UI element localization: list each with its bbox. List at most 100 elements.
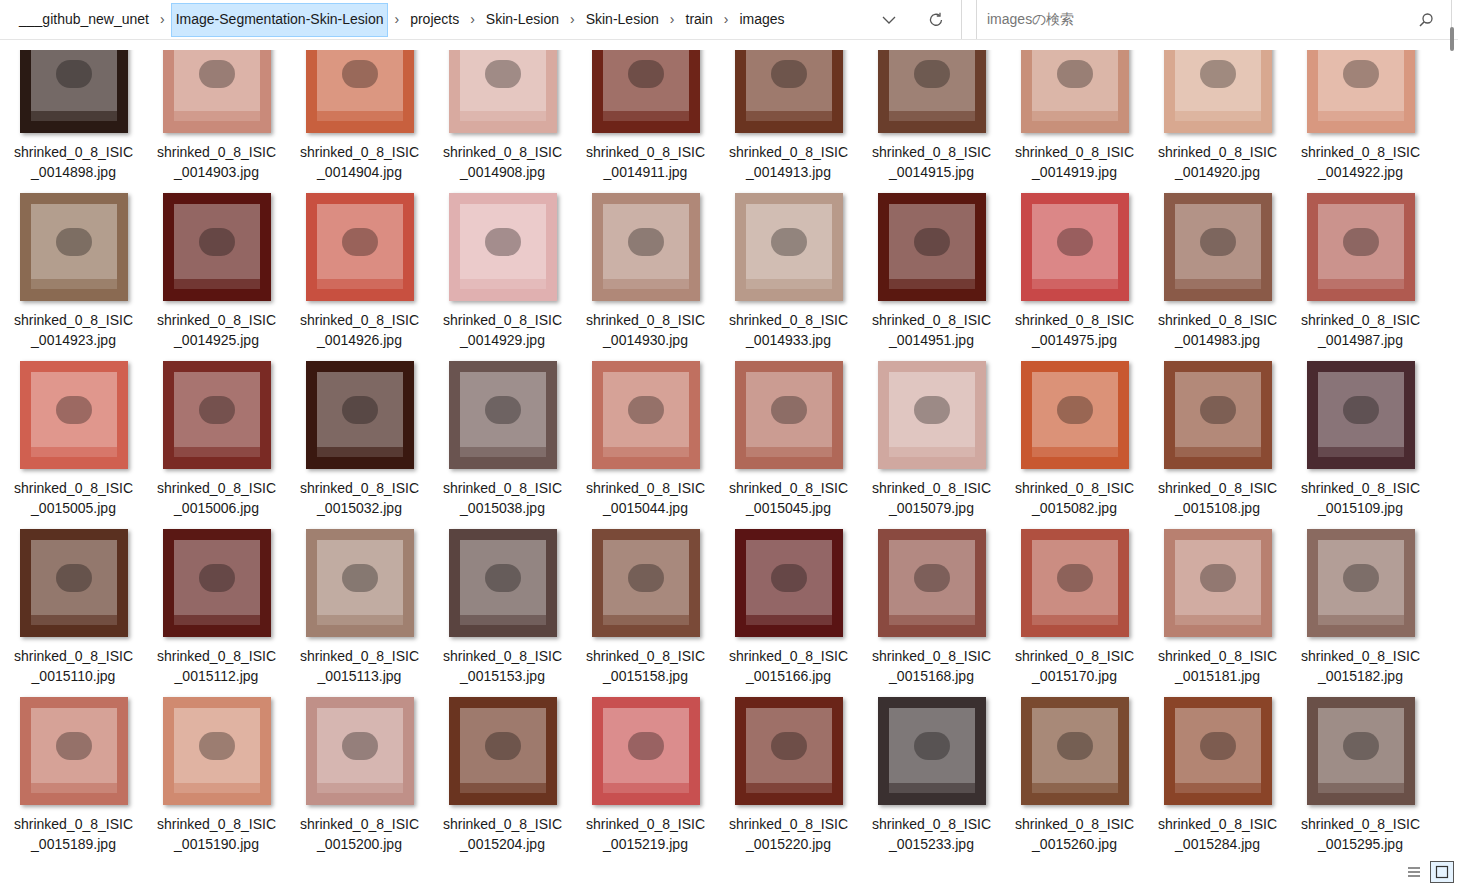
breadcrumb-item[interactable]: ___github_new_unet bbox=[14, 3, 154, 37]
file-item[interactable]: shrinked_0_8_ISIC_0015204.jpg bbox=[431, 697, 574, 858]
scrollbar[interactable] bbox=[1446, 50, 1458, 858]
file-item[interactable]: shrinked_0_8_ISIC_0014911.jpg bbox=[574, 50, 717, 193]
file-name[interactable]: shrinked_0_8_ISIC_0015200.jpg bbox=[298, 814, 421, 854]
file-item[interactable]: shrinked_0_8_ISIC_0014975.jpg bbox=[1003, 193, 1146, 361]
view-button[interactable] bbox=[1402, 861, 1426, 883]
file-item[interactable]: shrinked_0_8_ISIC_0015153.jpg bbox=[431, 529, 574, 697]
file-name[interactable]: shrinked_0_8_ISIC_0014929.jpg bbox=[441, 310, 564, 350]
file-name[interactable]: shrinked_0_8_ISIC_0014933.jpg bbox=[727, 310, 850, 350]
file-item[interactable]: shrinked_0_8_ISIC_0015233.jpg bbox=[860, 697, 1003, 858]
breadcrumb-separator[interactable]: › bbox=[564, 9, 581, 30]
file-item[interactable]: shrinked_0_8_ISIC_0014920.jpg bbox=[1146, 50, 1289, 193]
file-name[interactable]: shrinked_0_8_ISIC_0014922.jpg bbox=[1299, 142, 1422, 182]
file-item[interactable]: shrinked_0_8_ISIC_0014913.jpg bbox=[717, 50, 860, 193]
file-name[interactable]: shrinked_0_8_ISIC_0015082.jpg bbox=[1013, 478, 1136, 518]
file-name[interactable]: shrinked_0_8_ISIC_0015166.jpg bbox=[727, 646, 850, 686]
file-name[interactable]: shrinked_0_8_ISIC_0015112.jpg bbox=[155, 646, 278, 686]
file-item[interactable]: shrinked_0_8_ISIC_0015220.jpg bbox=[717, 697, 860, 858]
file-item[interactable]: shrinked_0_8_ISIC_0014951.jpg bbox=[860, 193, 1003, 361]
file-name[interactable]: shrinked_0_8_ISIC_0014923.jpg bbox=[12, 310, 135, 350]
file-item[interactable]: shrinked_0_8_ISIC_0014898.jpg bbox=[2, 50, 145, 193]
file-item[interactable]: shrinked_0_8_ISIC_0015168.jpg bbox=[860, 529, 1003, 697]
view-button[interactable] bbox=[1430, 861, 1454, 883]
file-name[interactable]: shrinked_0_8_ISIC_0015190.jpg bbox=[155, 814, 278, 854]
file-name[interactable]: shrinked_0_8_ISIC_0014911.jpg bbox=[584, 142, 707, 182]
file-item[interactable]: shrinked_0_8_ISIC_0015189.jpg bbox=[2, 697, 145, 858]
file-name[interactable]: shrinked_0_8_ISIC_0015038.jpg bbox=[441, 478, 564, 518]
file-item[interactable]: shrinked_0_8_ISIC_0015260.jpg bbox=[1003, 697, 1146, 858]
file-name[interactable]: shrinked_0_8_ISIC_0015032.jpg bbox=[298, 478, 421, 518]
file-name[interactable]: shrinked_0_8_ISIC_0014987.jpg bbox=[1299, 310, 1422, 350]
file-item[interactable]: shrinked_0_8_ISIC_0014926.jpg bbox=[288, 193, 431, 361]
file-name[interactable]: shrinked_0_8_ISIC_0015153.jpg bbox=[441, 646, 564, 686]
file-name[interactable]: shrinked_0_8_ISIC_0014975.jpg bbox=[1013, 310, 1136, 350]
scrollbar-thumb[interactable] bbox=[1450, 27, 1454, 51]
file-name[interactable]: shrinked_0_8_ISIC_0014913.jpg bbox=[727, 142, 850, 182]
file-name[interactable]: shrinked_0_8_ISIC_0015220.jpg bbox=[727, 814, 850, 854]
file-name[interactable]: shrinked_0_8_ISIC_0015045.jpg bbox=[727, 478, 850, 518]
file-name[interactable]: shrinked_0_8_ISIC_0014919.jpg bbox=[1013, 142, 1136, 182]
file-name[interactable]: shrinked_0_8_ISIC_0014915.jpg bbox=[870, 142, 993, 182]
file-item[interactable]: shrinked_0_8_ISIC_0015079.jpg bbox=[860, 361, 1003, 529]
file-name[interactable]: shrinked_0_8_ISIC_0015110.jpg bbox=[12, 646, 135, 686]
file-item[interactable]: shrinked_0_8_ISIC_0015166.jpg bbox=[717, 529, 860, 697]
breadcrumb-separator[interactable]: › bbox=[464, 9, 481, 30]
file-item[interactable]: shrinked_0_8_ISIC_0014929.jpg bbox=[431, 193, 574, 361]
file-name[interactable]: shrinked_0_8_ISIC_0014925.jpg bbox=[155, 310, 278, 350]
file-name[interactable]: shrinked_0_8_ISIC_0014898.jpg bbox=[12, 142, 135, 182]
file-item[interactable]: shrinked_0_8_ISIC_0015032.jpg bbox=[288, 361, 431, 529]
breadcrumb-item[interactable]: projects bbox=[405, 3, 464, 37]
search-input[interactable] bbox=[987, 9, 1419, 30]
file-name[interactable]: shrinked_0_8_ISIC_0014903.jpg bbox=[155, 142, 278, 182]
breadcrumb-item[interactable]: Image-Segmentation-Skin-Lesion bbox=[171, 3, 389, 37]
file-item[interactable]: shrinked_0_8_ISIC_0014904.jpg bbox=[288, 50, 431, 193]
file-item[interactable]: shrinked_0_8_ISIC_0015006.jpg bbox=[145, 361, 288, 529]
file-name[interactable]: shrinked_0_8_ISIC_0015233.jpg bbox=[870, 814, 993, 854]
file-name[interactable]: shrinked_0_8_ISIC_0014983.jpg bbox=[1156, 310, 1279, 350]
file-name[interactable]: shrinked_0_8_ISIC_0014951.jpg bbox=[870, 310, 993, 350]
file-item[interactable]: shrinked_0_8_ISIC_0015108.jpg bbox=[1146, 361, 1289, 529]
file-name[interactable]: shrinked_0_8_ISIC_0015182.jpg bbox=[1299, 646, 1422, 686]
breadcrumb-separator[interactable]: › bbox=[154, 9, 171, 30]
file-item[interactable]: shrinked_0_8_ISIC_0014908.jpg bbox=[431, 50, 574, 193]
file-name[interactable]: shrinked_0_8_ISIC_0015170.jpg bbox=[1013, 646, 1136, 686]
file-item[interactable]: shrinked_0_8_ISIC_0014933.jpg bbox=[717, 193, 860, 361]
file-name[interactable]: shrinked_0_8_ISIC_0015006.jpg bbox=[155, 478, 278, 518]
file-name[interactable]: shrinked_0_8_ISIC_0015109.jpg bbox=[1299, 478, 1422, 518]
file-item[interactable]: shrinked_0_8_ISIC_0014925.jpg bbox=[145, 193, 288, 361]
file-item[interactable]: shrinked_0_8_ISIC_0015170.jpg bbox=[1003, 529, 1146, 697]
file-item[interactable]: shrinked_0_8_ISIC_0015112.jpg bbox=[145, 529, 288, 697]
file-item[interactable]: shrinked_0_8_ISIC_0015190.jpg bbox=[145, 697, 288, 858]
breadcrumb-item[interactable]: images bbox=[734, 3, 789, 37]
file-item[interactable]: shrinked_0_8_ISIC_0015182.jpg bbox=[1289, 529, 1432, 697]
file-name[interactable]: shrinked_0_8_ISIC_0014930.jpg bbox=[584, 310, 707, 350]
file-item[interactable]: shrinked_0_8_ISIC_0014987.jpg bbox=[1289, 193, 1432, 361]
file-name[interactable]: shrinked_0_8_ISIC_0014920.jpg bbox=[1156, 142, 1279, 182]
file-item[interactable]: shrinked_0_8_ISIC_0015045.jpg bbox=[717, 361, 860, 529]
breadcrumb-separator[interactable]: › bbox=[388, 9, 405, 30]
file-name[interactable]: shrinked_0_8_ISIC_0015079.jpg bbox=[870, 478, 993, 518]
file-name[interactable]: shrinked_0_8_ISIC_0014908.jpg bbox=[441, 142, 564, 182]
file-item[interactable]: shrinked_0_8_ISIC_0015284.jpg bbox=[1146, 697, 1289, 858]
file-item[interactable]: shrinked_0_8_ISIC_0015158.jpg bbox=[574, 529, 717, 697]
file-item[interactable]: shrinked_0_8_ISIC_0015044.jpg bbox=[574, 361, 717, 529]
file-name[interactable]: shrinked_0_8_ISIC_0015189.jpg bbox=[12, 814, 135, 854]
file-name[interactable]: shrinked_0_8_ISIC_0015181.jpg bbox=[1156, 646, 1279, 686]
breadcrumb-separator[interactable]: › bbox=[664, 9, 681, 30]
file-item[interactable]: shrinked_0_8_ISIC_0015082.jpg bbox=[1003, 361, 1146, 529]
address-bar[interactable]: ___github_new_unet›Image-Segmentation-Sk… bbox=[0, 0, 962, 39]
file-item[interactable]: shrinked_0_8_ISIC_0014922.jpg bbox=[1289, 50, 1432, 193]
file-item[interactable]: shrinked_0_8_ISIC_0014930.jpg bbox=[574, 193, 717, 361]
file-name[interactable]: shrinked_0_8_ISIC_0015113.jpg bbox=[298, 646, 421, 686]
file-item[interactable]: shrinked_0_8_ISIC_0015219.jpg bbox=[574, 697, 717, 858]
search-box[interactable] bbox=[976, 0, 1452, 39]
file-item[interactable]: shrinked_0_8_ISIC_0015038.jpg bbox=[431, 361, 574, 529]
file-item[interactable]: shrinked_0_8_ISIC_0015005.jpg bbox=[2, 361, 145, 529]
history-dropdown[interactable] bbox=[867, 0, 911, 39]
file-name[interactable]: shrinked_0_8_ISIC_0015044.jpg bbox=[584, 478, 707, 518]
file-name[interactable]: shrinked_0_8_ISIC_0015108.jpg bbox=[1156, 478, 1279, 518]
file-item[interactable]: shrinked_0_8_ISIC_0014919.jpg bbox=[1003, 50, 1146, 193]
file-item[interactable]: shrinked_0_8_ISIC_0015181.jpg bbox=[1146, 529, 1289, 697]
breadcrumb-item[interactable]: train bbox=[681, 3, 718, 37]
file-name[interactable]: shrinked_0_8_ISIC_0015295.jpg bbox=[1299, 814, 1422, 854]
